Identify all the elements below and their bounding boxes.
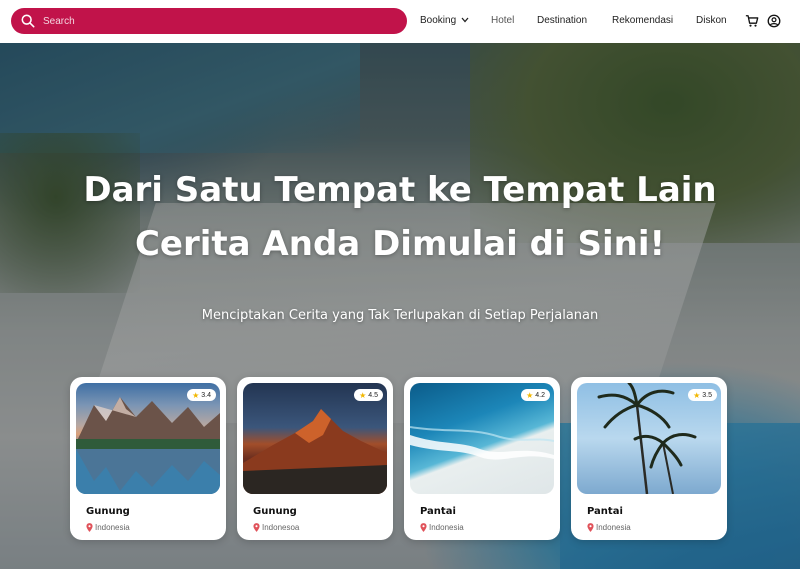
- nav-destination-label: Destination: [537, 15, 588, 26]
- star-icon: ★: [693, 390, 701, 400]
- destination-title: Gunung: [86, 506, 130, 517]
- nav-destination[interactable]: Destination: [537, 15, 587, 26]
- search-input[interactable]: [43, 15, 383, 27]
- chevron-down-icon: [461, 17, 469, 23]
- rating-badge: ★ 4.2: [521, 389, 550, 401]
- rating-value: 3.4: [201, 391, 211, 399]
- destination-title: Pantai: [587, 506, 623, 517]
- rating-value: 3.5: [702, 391, 712, 399]
- hero-headline-line2: Cerita Anda Dimulai di Sini!: [134, 224, 666, 264]
- destination-card[interactable]: ★ 3.5 Pantai Indonesia: [571, 377, 727, 540]
- destination-card[interactable]: ★ 3.4 Gunung Indonesia: [70, 377, 226, 540]
- hero-subline: Menciptakan Cerita yang Tak Terlupakan d…: [201, 308, 599, 323]
- nav-hotel[interactable]: Hotel: [491, 15, 514, 26]
- destination-location-label: Indonesoa: [262, 523, 300, 532]
- hero-headline: Dari Satu Tempat ke Tempat Lain Cerita A…: [0, 163, 800, 271]
- star-icon: ★: [359, 390, 367, 400]
- rating-badge: ★ 3.5: [688, 389, 717, 401]
- nav-booking-label: Booking: [420, 15, 457, 26]
- star-icon: ★: [192, 390, 200, 400]
- nav-diskon-label: Diskon: [696, 15, 727, 26]
- search-bar[interactable]: [11, 8, 407, 34]
- location-pin-icon: [587, 523, 594, 532]
- rating-value: 4.2: [535, 391, 545, 399]
- destination-location: Indonesia: [86, 523, 130, 532]
- nav-rekomendasi-label: Rekomendasi: [612, 15, 674, 26]
- cart-icon[interactable]: [745, 14, 759, 28]
- destination-location-label: Indonesia: [429, 523, 464, 532]
- destination-location-label: Indonesia: [596, 523, 631, 532]
- rating-value: 4.5: [368, 391, 378, 399]
- nav-diskon[interactable]: Diskon: [696, 15, 727, 26]
- destination-title: Pantai: [420, 506, 456, 517]
- location-pin-icon: [420, 523, 427, 532]
- nav-booking[interactable]: Booking: [420, 15, 469, 26]
- destination-location-label: Indonesia: [95, 523, 130, 532]
- nav-rekomendasi[interactable]: Rekomendasi: [612, 15, 673, 26]
- destination-location: Indonesia: [420, 523, 464, 532]
- hero-section: Dari Satu Tempat ke Tempat Lain Cerita A…: [0, 43, 800, 569]
- destination-card[interactable]: ★ 4.2 Pantai Indonesia: [404, 377, 560, 540]
- destination-title: Gunung: [253, 506, 297, 517]
- account-icon[interactable]: [767, 14, 781, 28]
- nav-hotel-label: Hotel: [491, 15, 515, 26]
- destination-card[interactable]: ★ 4.5 Gunung Indonesoa: [237, 377, 393, 540]
- location-pin-icon: [253, 523, 260, 532]
- destination-location: Indonesoa: [253, 523, 299, 532]
- rating-badge: ★ 3.4: [187, 389, 216, 401]
- star-icon: ★: [526, 390, 534, 400]
- destination-location: Indonesia: [587, 523, 631, 532]
- location-pin-icon: [86, 523, 93, 532]
- rating-badge: ★ 4.5: [354, 389, 383, 401]
- hero-headline-line1: Dari Satu Tempat ke Tempat Lain: [83, 170, 717, 210]
- top-navigation-bar: Booking Hotel Destination Rekomendasi Di…: [0, 0, 800, 43]
- search-icon: [21, 14, 35, 28]
